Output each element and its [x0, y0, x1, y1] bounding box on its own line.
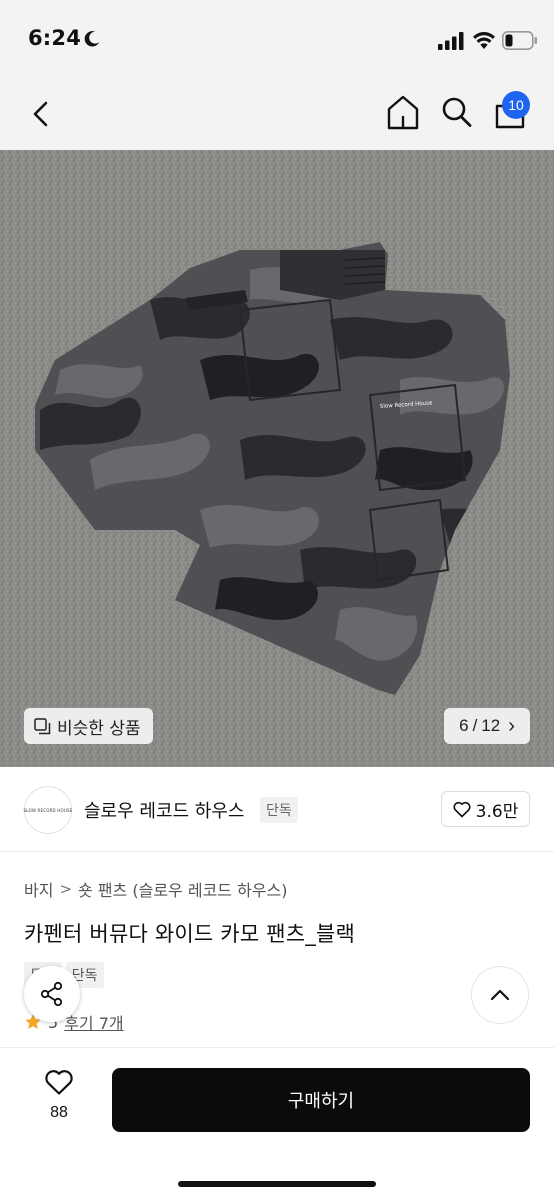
review-count-link[interactable]: 후기 7개	[64, 1010, 123, 1034]
image-pager[interactable]: 6 / 12 ›	[444, 708, 530, 744]
breadcrumb-separator: >	[59, 880, 73, 898]
share-icon	[40, 981, 63, 1007]
breadcrumb-item-short-pants[interactable]: 숏 팬츠 (슬로우 레코드 하우스)	[78, 877, 287, 901]
heart-icon	[45, 1070, 73, 1095]
buy-button[interactable]: 구매하기	[112, 1068, 530, 1132]
similar-products-icon	[34, 717, 51, 734]
chevron-right-icon: ›	[508, 714, 515, 737]
pager-current: 6	[459, 716, 469, 735]
breadcrumb: 바지 > 숏 팬츠 (슬로우 레코드 하우스)	[24, 877, 288, 901]
search-icon[interactable]	[440, 94, 474, 130]
status-bar: 6:24	[0, 0, 554, 80]
wishlist-count: 88	[50, 1104, 68, 1121]
shop-logo[interactable]: SLOW RECORD HOUSE	[24, 786, 72, 834]
shop-exclusive-tag: 단독	[260, 797, 298, 823]
scroll-to-top-button[interactable]	[471, 966, 529, 1024]
cart-count-badge[interactable]: 10	[502, 91, 530, 119]
similar-products-label: 비슷한 상품	[57, 718, 141, 739]
camo-shorts-photo: Slow Record House	[0, 150, 554, 767]
product-image[interactable]: Slow Record House	[0, 150, 554, 767]
pager-separator: /	[472, 716, 478, 735]
breadcrumb-item-pants[interactable]: 바지	[24, 877, 53, 901]
battery-icon	[502, 31, 537, 50]
moon-icon	[84, 31, 100, 47]
shop-name[interactable]: 슬로우 레코드 하우스	[84, 797, 244, 823]
top-navigation	[0, 80, 554, 150]
wishlist-button[interactable]: 88	[30, 1068, 88, 1132]
back-arrow-icon[interactable]	[26, 94, 60, 134]
divider	[0, 851, 554, 852]
status-time: 6:24	[28, 26, 82, 50]
product-title: 카펜터 버뮤다 와이드 카모 팬츠_블랙	[24, 922, 355, 946]
home-icon[interactable]	[384, 92, 422, 132]
shop-row: SLOW RECORD HOUSE 슬로우 레코드 하우스 단독 3.6만	[0, 767, 554, 851]
pager-total: 12	[481, 716, 501, 735]
chevron-up-icon	[490, 989, 510, 1001]
home-indicator	[178, 1181, 376, 1187]
shop-logo-text: SLOW RECORD HOUSE	[23, 807, 73, 813]
heart-icon	[453, 801, 471, 817]
shop-like-button[interactable]: 3.6만	[441, 791, 530, 827]
shop-like-count: 3.6만	[475, 801, 519, 822]
similar-products-button[interactable]: 비슷한 상품	[24, 708, 153, 744]
share-button[interactable]	[24, 966, 80, 1022]
bottom-action-bar: 88 구매하기	[0, 1047, 554, 1200]
wifi-icon	[473, 32, 495, 49]
signal-icon	[438, 32, 464, 50]
